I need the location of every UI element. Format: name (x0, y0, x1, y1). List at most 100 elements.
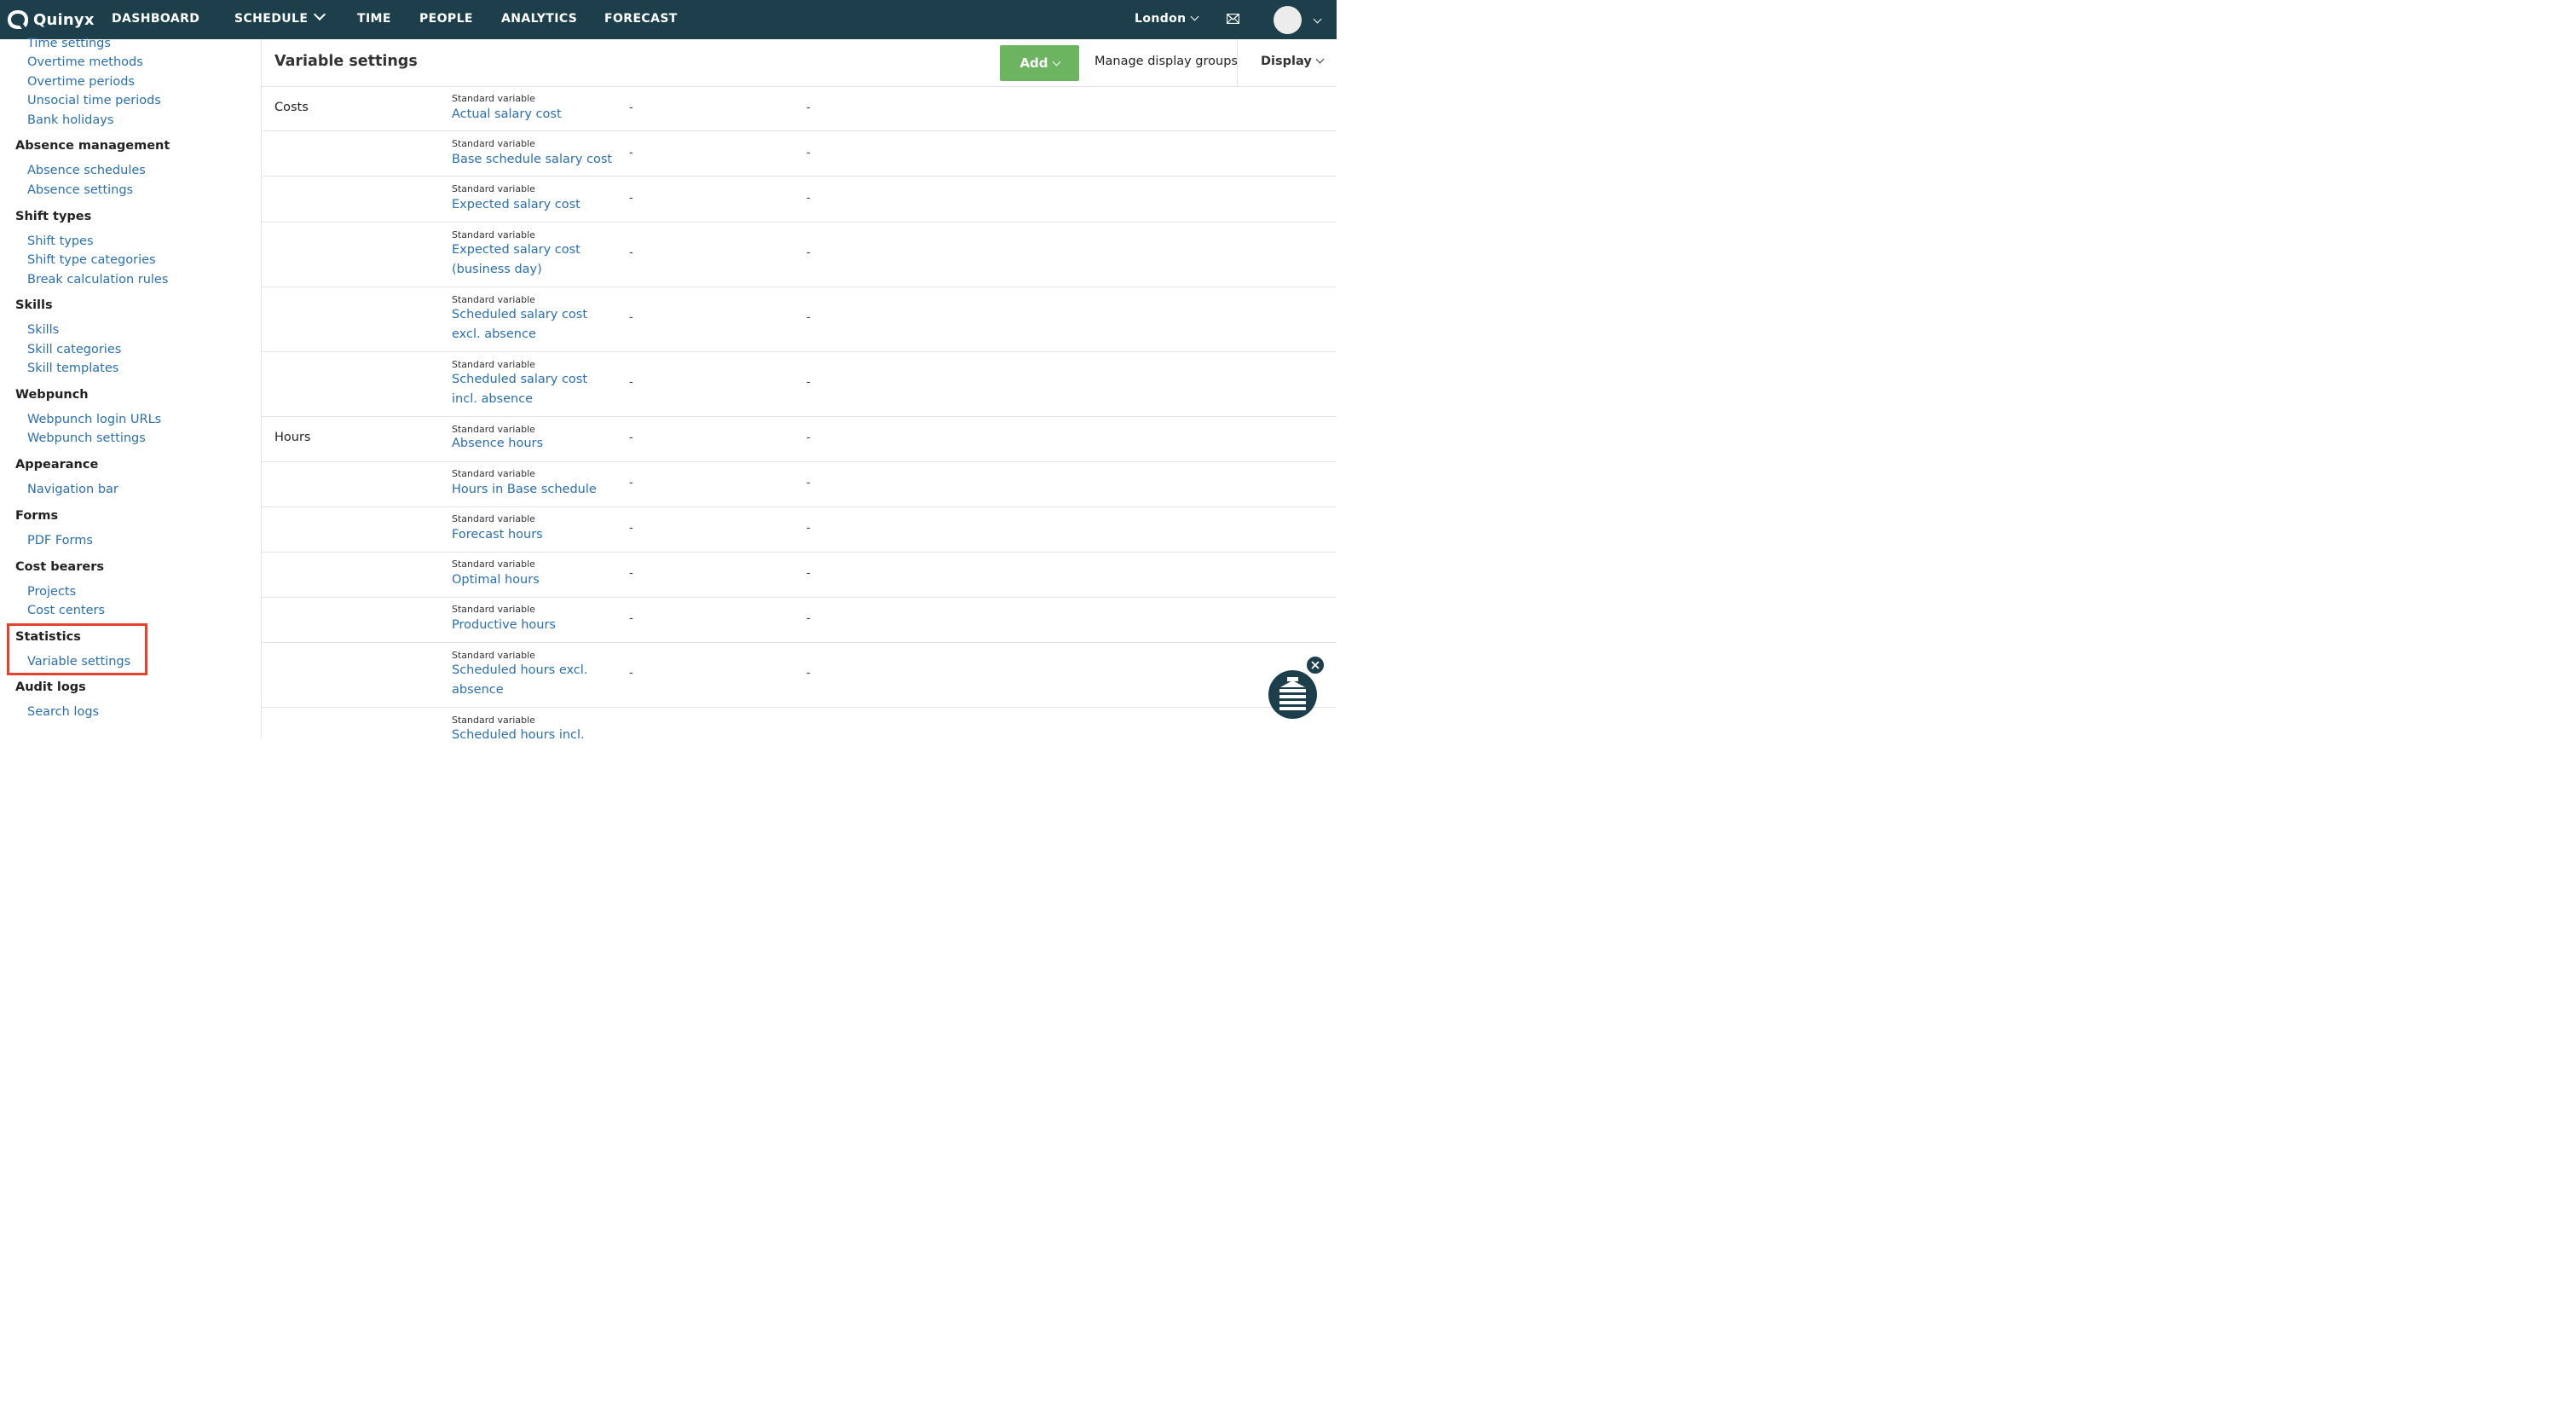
table-row[interactable]: Standard variable Forecast hours - - (262, 507, 1337, 553)
variable-type: Standard variable (452, 715, 535, 726)
content-header: Variable settings Add Manage display gro… (262, 39, 1337, 87)
sidebar-item-variable-settings[interactable]: Variable settings (27, 655, 130, 669)
variable-name-link[interactable]: Actual salary cost (452, 105, 614, 124)
add-button-label: Add (1019, 55, 1048, 71)
top-navigation-bar: Quinyx DASHBOARD SCHEDULE TIME PEOPLE AN… (0, 0, 1337, 39)
nav-analytics[interactable]: ANALYTICS (501, 12, 577, 26)
nav-forecast[interactable]: FORECAST (604, 12, 678, 26)
sidebar-item-shift-types[interactable]: Shift types (27, 234, 94, 248)
location-selector[interactable]: London (1135, 12, 1198, 26)
sidebar-item-skill-templates[interactable]: Skill templates (27, 362, 118, 375)
sidebar-item-overtime-methods[interactable]: Overtime methods (27, 55, 143, 69)
value-cell: - (806, 612, 811, 625)
value-cell: - (806, 477, 811, 489)
settings-sidebar: Time settings Overtime methods Overtime … (0, 37, 262, 738)
variable-name-link[interactable]: Base schedule salary cost (452, 150, 614, 170)
nav-people[interactable]: PEOPLE (419, 12, 473, 26)
sidebar-item-absence-settings[interactable]: Absence settings (27, 183, 133, 197)
value-cell: - (629, 522, 633, 535)
sidebar-heading-audit-logs: Audit logs (15, 680, 86, 694)
sidebar-item-navigation-bar[interactable]: Navigation bar (27, 483, 118, 496)
value-cell: - (806, 376, 811, 389)
variable-type: Standard variable (452, 468, 535, 479)
variable-type: Standard variable (452, 229, 535, 240)
sidebar-item-webpunch-login-urls[interactable]: Webpunch login URLs (27, 413, 161, 426)
chevron-down-icon (1190, 12, 1198, 21)
value-cell: - (629, 567, 633, 580)
sidebar-item-cost-centers[interactable]: Cost centers (27, 604, 105, 617)
nav-schedule[interactable]: SCHEDULE (234, 8, 326, 26)
sidebar-item-bank-holidays[interactable]: Bank holidays (27, 113, 113, 127)
sidebar-item-skills[interactable]: Skills (27, 323, 59, 337)
sidebar-item-overtime-periods[interactable]: Overtime periods (27, 75, 135, 89)
variable-name-link[interactable]: Scheduled hours incl. (452, 726, 614, 745)
table-row[interactable]: Standard variable Optimal hours - - (262, 553, 1337, 598)
quinyx-logo[interactable]: Quinyx (7, 9, 95, 30)
value-cell: - (629, 147, 633, 159)
sidebar-item-absence-schedules[interactable]: Absence schedules (27, 164, 146, 177)
mail-icon[interactable] (1227, 14, 1239, 24)
close-widget-button[interactable] (1305, 655, 1326, 675)
nav-dashboard[interactable]: DASHBOARD (112, 12, 199, 26)
table-row[interactable]: Costs Standard variable Actual salary co… (262, 86, 1337, 131)
value-cell: - (806, 667, 811, 680)
variable-name-link[interactable]: Expected salary cost (452, 195, 614, 215)
table-row[interactable]: Standard variable Scheduled salary cost … (262, 287, 1337, 352)
value-cell: - (806, 147, 811, 159)
variable-name-link[interactable]: Scheduled salary cost excl. absence (452, 305, 614, 344)
table-row[interactable]: Standard variable Productive hours - - (262, 598, 1337, 643)
sidebar-heading-forms: Forms (15, 509, 59, 523)
variable-name-link[interactable]: Productive hours (452, 616, 614, 635)
value-cell: - (806, 311, 811, 324)
sidebar-heading-absence-management: Absence management (15, 139, 170, 153)
value-cell: - (806, 192, 811, 205)
avatar[interactable] (1274, 6, 1302, 34)
sidebar-item-projects[interactable]: Projects (27, 585, 76, 599)
table-row[interactable]: Standard variable Scheduled salary cost … (262, 352, 1337, 417)
table-row[interactable]: Standard variable Scheduled hours excl. … (262, 643, 1337, 708)
value-cell: - (629, 667, 633, 680)
sidebar-item-shift-type-categories[interactable]: Shift type categories (27, 253, 156, 267)
sidebar-item-webpunch-settings[interactable]: Webpunch settings (27, 431, 146, 445)
user-menu-toggle[interactable] (1309, 12, 1322, 28)
table-row[interactable]: Standard variable Expected salary cost -… (262, 177, 1337, 223)
variable-name-link[interactable]: Expected salary cost (business day) (452, 240, 614, 280)
chevron-down-icon (314, 8, 326, 21)
variable-type: Standard variable (452, 294, 535, 305)
value-cell: - (629, 612, 633, 625)
nav-time[interactable]: TIME (357, 12, 391, 26)
variable-name-link[interactable]: Scheduled hours excl. absence (452, 661, 614, 700)
table-row[interactable]: Standard variable Scheduled hours incl. (262, 708, 1337, 742)
sidebar-heading-statistics: Statistics (15, 630, 81, 644)
variable-name-link[interactable]: Optimal hours (452, 570, 614, 590)
sidebar-item-unsocial-time-periods[interactable]: Unsocial time periods (27, 94, 161, 107)
sidebar-item-time-settings[interactable]: Time settings (27, 37, 111, 50)
table-row[interactable]: Standard variable Hours in Base schedule… (262, 462, 1337, 507)
group-label: Hours (274, 431, 311, 444)
sidebar-item-pdf-forms[interactable]: PDF Forms (27, 534, 93, 547)
table-row[interactable]: Standard variable Expected salary cost (… (262, 223, 1337, 287)
value-cell: - (629, 431, 633, 444)
variable-name-link[interactable]: Absence hours (452, 434, 614, 454)
help-widget-button[interactable] (1268, 670, 1317, 719)
sidebar-heading-webpunch: Webpunch (15, 388, 89, 402)
sidebar-heading-shift-types: Shift types (15, 210, 92, 223)
table-row[interactable]: Hours Standard variable Absence hours - … (262, 417, 1337, 462)
variable-name-link[interactable]: Scheduled salary cost incl. absence (452, 370, 614, 409)
sidebar-item-skill-categories[interactable]: Skill categories (27, 343, 121, 356)
display-dropdown[interactable]: Display (1261, 55, 1325, 68)
value-cell: - (806, 246, 811, 259)
value-cell: - (806, 101, 811, 114)
close-icon (1311, 661, 1320, 669)
page-title: Variable settings (274, 53, 418, 70)
add-button[interactable]: Add (1000, 45, 1079, 81)
table-row[interactable]: Standard variable Base schedule salary c… (262, 131, 1337, 177)
group-label: Costs (274, 101, 309, 114)
sidebar-item-search-logs[interactable]: Search logs (27, 705, 99, 719)
variable-name-link[interactable]: Hours in Base schedule (452, 480, 614, 500)
sidebar-heading-cost-bearers: Cost bearers (15, 560, 104, 574)
variable-name-link[interactable]: Forecast hours (452, 525, 614, 545)
sidebar-item-break-calculation-rules[interactable]: Break calculation rules (27, 273, 168, 287)
chevron-down-icon (1052, 57, 1060, 66)
manage-display-groups-button[interactable]: Manage display groups (1095, 55, 1238, 68)
